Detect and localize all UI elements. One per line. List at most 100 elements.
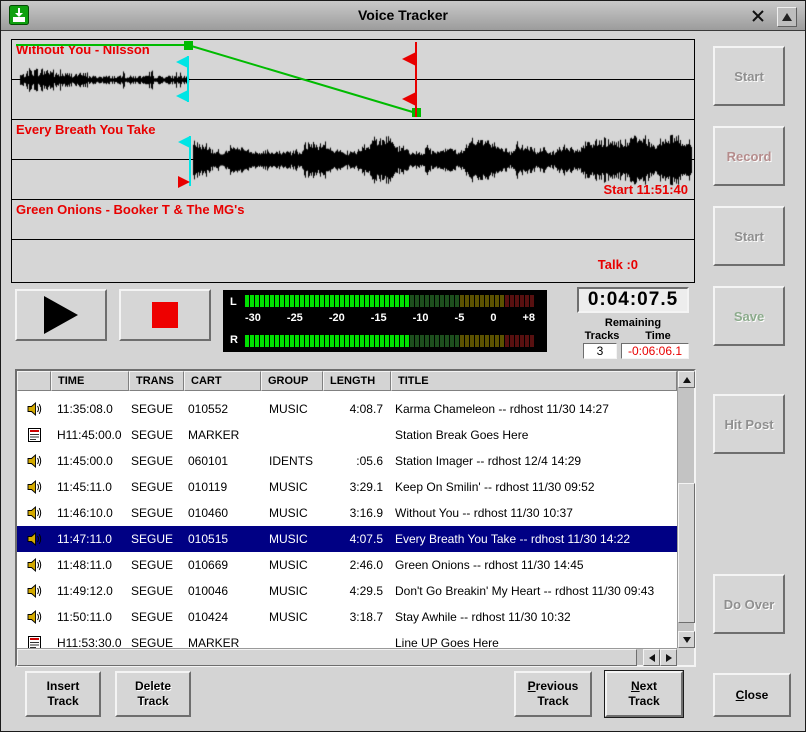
cell-title: Line UP Goes Here [391, 636, 677, 648]
column-header-trans[interactable]: TRANS [129, 371, 184, 391]
log-row[interactable]: 11:48:11.0SEGUE010669MUSIC2:46.0Green On… [17, 552, 677, 578]
next-track-button[interactable]: Next Track [605, 671, 683, 717]
meter-segment [400, 335, 404, 347]
column-header-title[interactable]: TITLE [391, 371, 677, 391]
end-marker-flag-bottom[interactable] [402, 92, 416, 106]
scroll-up-button[interactable] [678, 371, 695, 388]
log-table: TIMETRANSCARTGROUPLENGTHTITLE 11:35:08.0… [15, 369, 696, 667]
log-header: TIMETRANSCARTGROUPLENGTHTITLE [17, 371, 677, 391]
log-row[interactable]: 11:46:10.0SEGUE010460MUSIC3:16.9Without … [17, 500, 677, 526]
fade-line[interactable] [16, 45, 416, 113]
previous-track-button[interactable]: Previous Track [514, 671, 592, 717]
meter-segment [320, 335, 324, 347]
cell-title: Don't Go Breakin' My Heart -- rdhost 11/… [391, 584, 677, 598]
column-header-length[interactable]: LENGTH [323, 371, 391, 391]
cell-title: Station Imager -- rdhost 12/4 14:29 [391, 454, 677, 468]
log-row[interactable]: H11:45:00.0SEGUEMARKERStation Break Goes… [17, 422, 677, 448]
meter-segment [405, 335, 409, 347]
cell-cart: MARKER [184, 428, 261, 442]
scroll-down-button[interactable] [678, 631, 695, 648]
markers-panel-2[interactable] [12, 120, 694, 200]
log-row[interactable]: 11:47:11.0SEGUE010515MUSIC4:07.5Every Br… [17, 526, 677, 552]
meter-segment [330, 295, 334, 307]
titlebar[interactable]: Voice Tracker [1, 1, 805, 31]
play-button[interactable] [15, 289, 107, 341]
column-header-icon[interactable] [17, 371, 51, 391]
meter-segment [380, 295, 384, 307]
meter-segment [415, 335, 419, 347]
meter-left [245, 295, 537, 307]
cell-group: MUSIC [261, 532, 323, 546]
do-over-button[interactable]: Do Over [713, 574, 785, 634]
meter-right-label: R [230, 334, 238, 346]
stop-button[interactable] [119, 289, 211, 341]
talk-marker-flag[interactable] [178, 176, 190, 188]
cell-icon [17, 428, 51, 442]
log-row[interactable]: 11:50:11.0SEGUE010424MUSIC3:18.7Stay Awh… [17, 604, 677, 630]
record-button[interactable]: Record [713, 126, 785, 186]
meter-segment [270, 295, 274, 307]
vertical-scrollbar[interactable] [677, 371, 694, 648]
stop-icon [152, 302, 178, 328]
cell-time: 11:47:11.0 [51, 532, 129, 546]
column-header-group[interactable]: GROUP [261, 371, 323, 391]
start-1-button[interactable]: Start [713, 46, 785, 106]
scroll-right-button[interactable] [660, 649, 677, 666]
start-marker-flag-top[interactable] [178, 136, 190, 148]
column-header-time[interactable]: TIME [51, 371, 129, 391]
segue-marker-flag-bottom[interactable] [176, 90, 188, 102]
close-window-icon[interactable] [749, 7, 767, 25]
column-header-cart[interactable]: CART [184, 371, 261, 391]
log-row[interactable]: 11:49:12.0SEGUE010046MUSIC4:29.5Don't Go… [17, 578, 677, 604]
horizontal-scrollbar-thumb[interactable] [17, 649, 637, 666]
cell-icon [17, 454, 51, 468]
segue-marker-flag-top[interactable] [176, 56, 188, 68]
cell-icon [17, 506, 51, 520]
delete-track-button[interactable]: DeleteTrack [115, 671, 191, 717]
horizontal-scrollbar[interactable] [17, 648, 677, 665]
log-row[interactable]: H11:53:30.0SEGUEMARKERLine UP Goes Here [17, 630, 677, 648]
meter-segment [295, 295, 299, 307]
meter-segment [425, 295, 429, 307]
scroll-left-button[interactable] [643, 649, 660, 666]
meter-segment [280, 295, 284, 307]
meter-segment [300, 295, 304, 307]
maximize-window-icon[interactable] [777, 7, 797, 27]
scale-label: +8 [522, 312, 535, 324]
meter-segment [365, 295, 369, 307]
speaker-icon [27, 454, 42, 468]
track-panel-3[interactable]: Green Onions - Booker T & The MG's Talk … [12, 200, 694, 280]
cell-time: 11:48:11.0 [51, 558, 129, 572]
marker-icon [28, 636, 41, 648]
log-row[interactable]: 11:35:08.0SEGUE010552MUSIC4:08.7Karma Ch… [17, 396, 677, 422]
cell-cart: 010552 [184, 402, 261, 416]
meter-segment [370, 295, 374, 307]
markers-panel-1[interactable] [12, 40, 694, 120]
cell-trans: SEGUE [129, 610, 184, 624]
fade-start-handle[interactable] [184, 41, 193, 50]
insert-track-button[interactable]: InsertTrack [25, 671, 101, 717]
meter-segment [455, 335, 459, 347]
vertical-scrollbar-thumb[interactable] [678, 483, 695, 623]
start-2-button[interactable]: Start [713, 206, 785, 266]
meter-segment [335, 295, 339, 307]
meter-segment [290, 335, 294, 347]
meter-segment [525, 335, 529, 347]
log-row[interactable]: 11:45:11.0SEGUE010119MUSIC3:29.1Keep On … [17, 474, 677, 500]
close-button[interactable]: Close [713, 673, 791, 717]
save-button[interactable]: Save [713, 286, 785, 346]
track-panel-1[interactable]: Without You - Nilsson [12, 40, 694, 120]
log-row[interactable]: 11:45:00.0SEGUE060101IDENTS:05.6Station … [17, 448, 677, 474]
meter-segment [350, 335, 354, 347]
hit-post-button[interactable]: Hit Post [713, 394, 785, 454]
meter-segment [400, 295, 404, 307]
meter-segment [330, 335, 334, 347]
meter-segment [445, 295, 449, 307]
end-marker-flag-top[interactable] [402, 52, 416, 66]
meter-segment [390, 335, 394, 347]
elapsed-time-display: 0:04:07.5 [577, 287, 689, 313]
track-panel-2[interactable]: Every Breath You Take Start 11:51:40 [12, 120, 694, 200]
cell-icon [17, 402, 51, 416]
meter-segment [510, 295, 514, 307]
cell-trans: SEGUE [129, 532, 184, 546]
